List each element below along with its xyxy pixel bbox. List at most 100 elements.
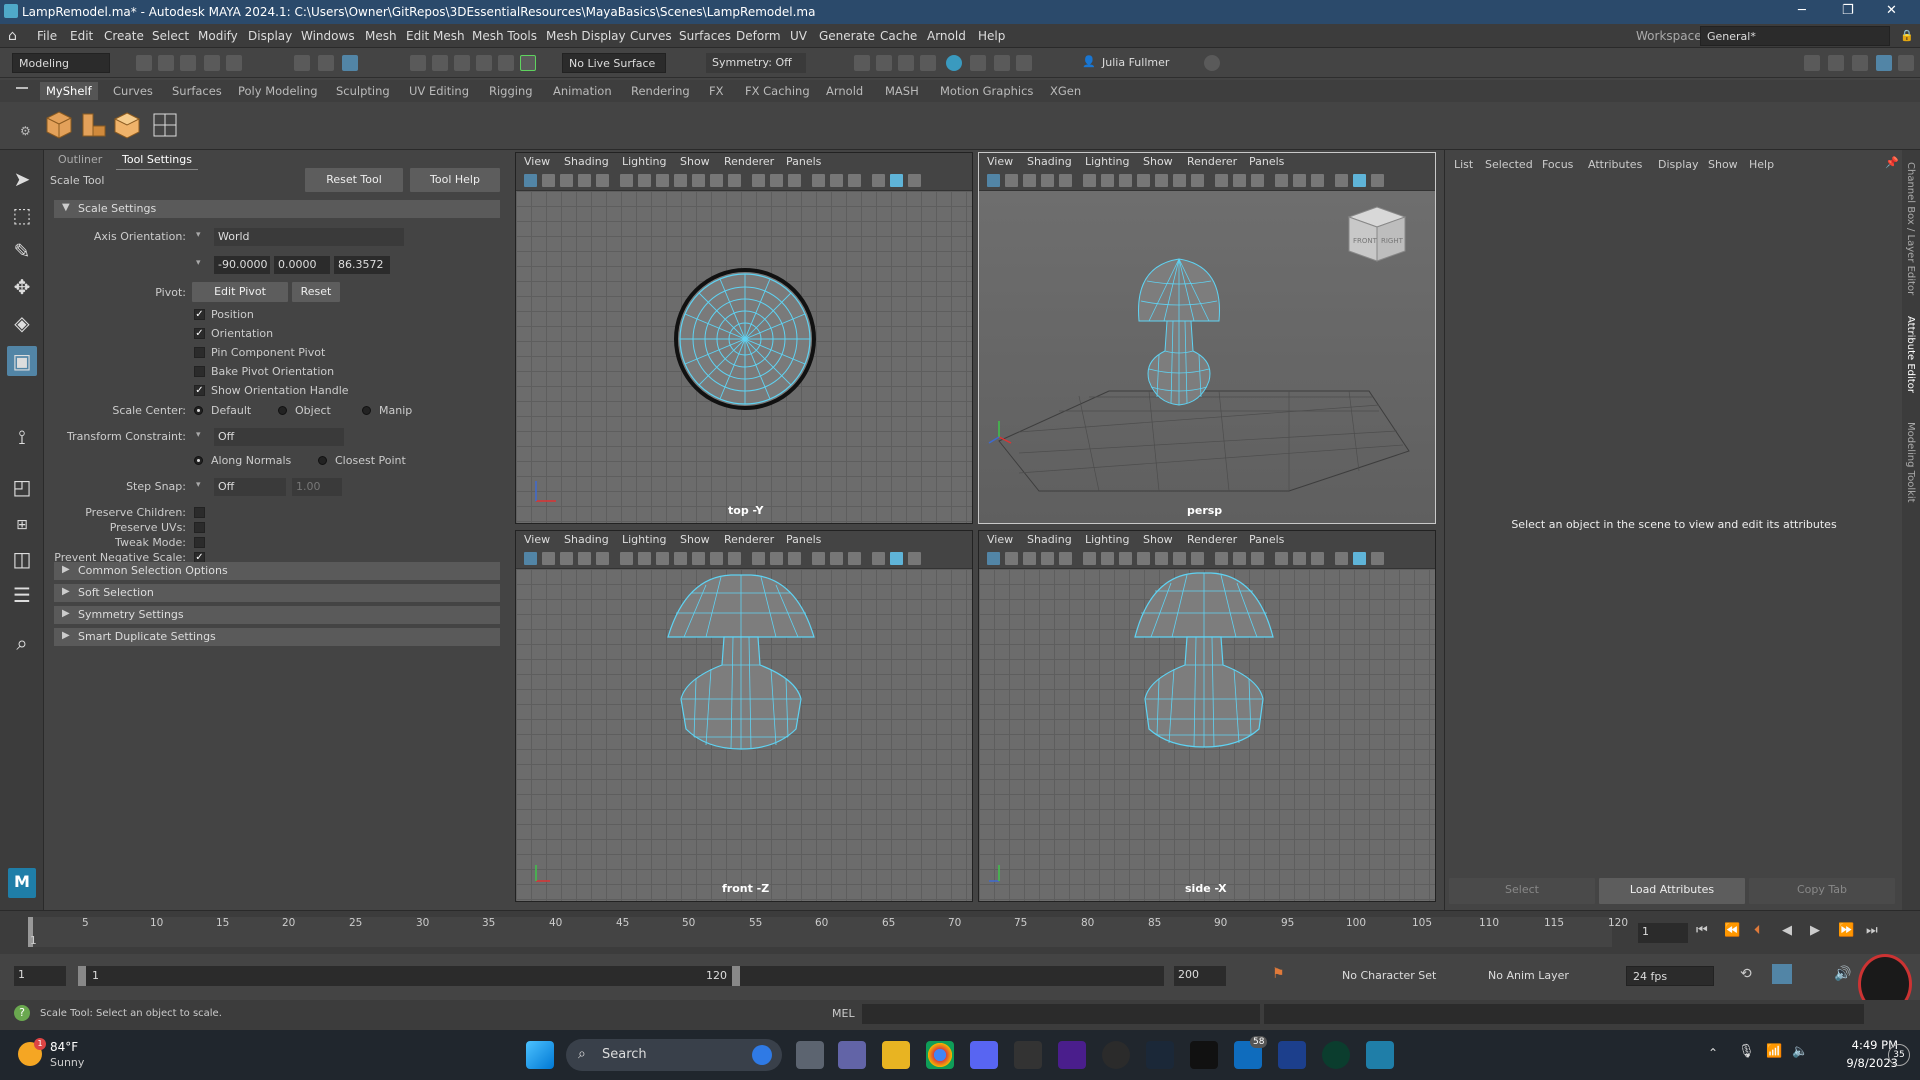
chrome-icon[interactable] bbox=[926, 1041, 954, 1069]
maya-taskbar-icon[interactable] bbox=[1366, 1041, 1394, 1069]
menu-display[interactable]: Display bbox=[248, 29, 292, 43]
ae-menu-help[interactable]: Help bbox=[1749, 158, 1774, 171]
channel-box-toggle-icon[interactable] bbox=[1898, 55, 1914, 71]
range-right-handle[interactable] bbox=[732, 966, 740, 986]
depth-of-field-icon[interactable] bbox=[1311, 552, 1324, 565]
four-pane-layout-icon[interactable]: ⊞ bbox=[7, 510, 37, 540]
ae-menu-display[interactable]: Display bbox=[1658, 158, 1699, 171]
cache-playback-icon[interactable] bbox=[1772, 964, 1792, 984]
range-slider-track[interactable]: 1 120 bbox=[78, 966, 1164, 986]
xray-icon[interactable] bbox=[1119, 552, 1132, 565]
new-scene-icon[interactable] bbox=[136, 55, 152, 71]
menu-mesh[interactable]: Mesh bbox=[365, 29, 397, 43]
live-surface-field[interactable]: No Live Surface bbox=[562, 53, 666, 73]
select-hierarchy-icon[interactable] bbox=[294, 55, 310, 71]
viewport-top[interactable]: View Shading Lighting Show Renderer Pane… bbox=[515, 152, 973, 524]
play-backward-icon[interactable]: ◀ bbox=[1782, 923, 1792, 938]
side-tab-modeling-toolkit[interactable]: Modeling Toolkit bbox=[1905, 422, 1916, 503]
anti-aliasing-icon[interactable] bbox=[830, 174, 843, 187]
file-explorer-icon[interactable] bbox=[882, 1041, 910, 1069]
hud-icon[interactable] bbox=[1371, 174, 1384, 187]
weather-desc[interactable]: Sunny bbox=[50, 1056, 84, 1069]
hud-icon[interactable] bbox=[908, 552, 921, 565]
exposure-icon[interactable] bbox=[1335, 174, 1348, 187]
select-tool-icon[interactable]: ➤ bbox=[7, 164, 37, 194]
view-cube[interactable]: FRONT RIGHT bbox=[1343, 203, 1411, 265]
smooth-shade-icon[interactable] bbox=[710, 552, 723, 565]
auto-key-icon[interactable]: ⚑ bbox=[1272, 966, 1285, 982]
ipr-render-icon[interactable] bbox=[898, 55, 914, 71]
vp-menu-panels[interactable]: Panels bbox=[1249, 533, 1284, 546]
ae-menu-attributes[interactable]: Attributes bbox=[1588, 158, 1642, 171]
depth-of-field-icon[interactable] bbox=[848, 552, 861, 565]
reference-icon[interactable] bbox=[1041, 174, 1054, 187]
orientation-checkbox[interactable]: ✓ bbox=[194, 328, 205, 339]
select-component-icon[interactable] bbox=[342, 55, 358, 71]
xray-icon[interactable] bbox=[656, 552, 669, 565]
maximize-icon[interactable]: ❐ bbox=[1842, 3, 1854, 18]
film-gate-icon[interactable] bbox=[596, 174, 609, 187]
vp-menu-show[interactable]: Show bbox=[680, 155, 710, 168]
transform-constraint-arrow-icon[interactable]: ▾ bbox=[196, 430, 201, 440]
side-tab-channel-box[interactable]: Channel Box / Layer Editor bbox=[1905, 162, 1916, 295]
camera-lock-icon[interactable] bbox=[638, 552, 651, 565]
common-selection-options-header[interactable]: ▶ Common Selection Options bbox=[54, 562, 500, 580]
shelf-tab-myshelf[interactable]: MyShelf bbox=[40, 82, 98, 100]
multi-cut-icon[interactable] bbox=[150, 108, 180, 142]
notification-count[interactable]: 35 bbox=[1888, 1044, 1910, 1066]
hud-icon[interactable] bbox=[1371, 552, 1384, 565]
scale-center-default-radio[interactable] bbox=[194, 406, 203, 415]
lock-icon[interactable]: 🔒 bbox=[1900, 29, 1914, 42]
exposure-icon[interactable] bbox=[872, 552, 885, 565]
camera-lock-icon[interactable] bbox=[1101, 174, 1114, 187]
snap-live-icon[interactable] bbox=[520, 55, 536, 71]
step-snap-dropdown[interactable]: Off bbox=[214, 478, 286, 496]
move-tool-icon[interactable]: ✥ bbox=[7, 272, 37, 302]
menu-surfaces[interactable]: Surfaces bbox=[679, 29, 731, 43]
play-forward-icon[interactable]: ▶ bbox=[1810, 923, 1820, 938]
reset-tool-button[interactable]: Reset Tool bbox=[305, 168, 403, 192]
side-tab-attribute-editor[interactable]: Attribute Editor bbox=[1905, 316, 1916, 393]
obs-icon[interactable] bbox=[1102, 1041, 1130, 1069]
shadows-icon[interactable] bbox=[1233, 174, 1246, 187]
wireframe-icon[interactable] bbox=[1155, 552, 1168, 565]
axis-x-field[interactable]: -90.0000 bbox=[214, 256, 270, 274]
vp-menu-lighting[interactable]: Lighting bbox=[622, 155, 666, 168]
vp-menu-renderer[interactable]: Renderer bbox=[724, 155, 774, 168]
modeling-toolkit-toggle-icon[interactable] bbox=[1804, 55, 1820, 71]
hud-icon[interactable] bbox=[908, 174, 921, 187]
isolate-icon[interactable] bbox=[620, 174, 633, 187]
camera-attributes-icon[interactable] bbox=[524, 552, 537, 565]
discord-icon[interactable] bbox=[970, 1041, 998, 1069]
vp-menu-lighting[interactable]: Lighting bbox=[1085, 155, 1129, 168]
rotate-tool-icon[interactable]: ◈ bbox=[7, 308, 37, 338]
camera-lock-icon[interactable] bbox=[1101, 552, 1114, 565]
camera-attributes-icon[interactable] bbox=[524, 174, 537, 187]
tweak-mode-checkbox[interactable] bbox=[194, 537, 205, 548]
lighting-icon[interactable] bbox=[752, 552, 765, 565]
steam-icon[interactable] bbox=[1146, 1041, 1174, 1069]
ambient-occlusion-icon[interactable] bbox=[1251, 552, 1264, 565]
motion-blur-icon[interactable] bbox=[812, 552, 825, 565]
taskbar-search[interactable]: ⌕ Search bbox=[566, 1039, 782, 1071]
paint-select-tool-icon[interactable]: ✎ bbox=[7, 236, 37, 266]
reference-icon[interactable] bbox=[578, 552, 591, 565]
select-object-icon[interactable] bbox=[318, 55, 334, 71]
shelf-tab-sculpting[interactable]: Sculpting bbox=[336, 84, 390, 98]
camera-lock-icon[interactable] bbox=[638, 174, 651, 187]
anti-aliasing-icon[interactable] bbox=[1293, 552, 1306, 565]
textured-icon[interactable] bbox=[1191, 174, 1204, 187]
vp-menu-shading[interactable]: Shading bbox=[1027, 533, 1072, 546]
image-plane-icon[interactable] bbox=[560, 552, 573, 565]
menu-create[interactable]: Create bbox=[104, 29, 144, 43]
smart-duplicate-settings-header[interactable]: ▶ Smart Duplicate Settings bbox=[54, 628, 500, 646]
bookmark-icon[interactable] bbox=[542, 174, 555, 187]
viewport-side[interactable]: View Shading Lighting Show Renderer Pane… bbox=[978, 530, 1436, 902]
wireframe-icon[interactable] bbox=[692, 552, 705, 565]
smooth-shade-icon[interactable] bbox=[1173, 552, 1186, 565]
bevel-icon[interactable] bbox=[112, 108, 142, 142]
shelf-tab-rigging[interactable]: Rigging bbox=[489, 84, 533, 98]
menu-arnold[interactable]: Arnold bbox=[927, 29, 966, 43]
axis-orientation-arrow-icon[interactable]: ▾ bbox=[196, 230, 201, 240]
vp-menu-view[interactable]: View bbox=[987, 533, 1013, 546]
